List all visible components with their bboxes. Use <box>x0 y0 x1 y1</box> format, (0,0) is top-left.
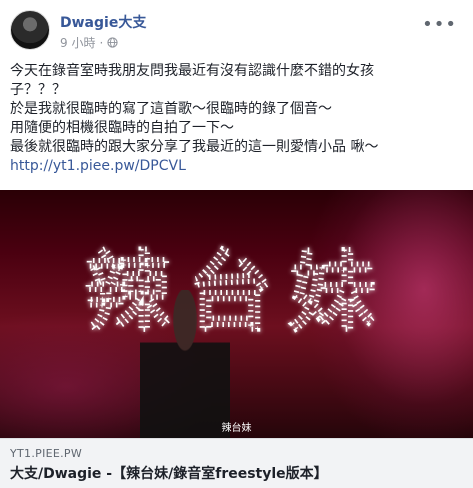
overlay-title-text: 辣台妹 <box>84 243 391 343</box>
link-preview-domain: YT1.PIEE.PW <box>10 447 83 460</box>
post-header: Dwagie大支 9 小時 · ••• <box>0 0 473 58</box>
post-timestamp[interactable]: 9 小時 <box>60 34 95 51</box>
post-link[interactable]: http://yt1.piee.pw/DPCVL <box>10 157 460 176</box>
post-text-line: 最後就很臨時的跟大家分享了我最近的這一則愛情小品 啾～ <box>10 139 379 155</box>
video-subtitle: 辣台妹 <box>221 423 252 434</box>
post-text-line: 今天在錄音室時我朋友問我最近有沒有認識什麼不錯的女孩 <box>10 63 374 79</box>
author-name[interactable]: Dwagie大支 <box>60 12 146 32</box>
post-text-line: 於是我就很臨時的寫了這首歌～很臨時的錄了個音～ <box>10 101 332 117</box>
post-meta: 9 小時 · <box>60 34 118 51</box>
post-text-line: 用隨便的相機很臨時的自拍了一下～ <box>10 120 234 136</box>
link-preview-title[interactable]: 大支/Dwagie -【辣台妹/錄音室freestyle版本】 <box>10 463 328 483</box>
globe-icon[interactable] <box>107 37 118 48</box>
post-text: 今天在錄音室時我朋友問我最近有沒有認識什麼不錯的女孩 子？？？ 於是我就很臨時的… <box>10 62 460 176</box>
author-avatar[interactable] <box>10 10 50 50</box>
post-text-line: 子？？？ <box>10 82 66 98</box>
meta-separator: · <box>99 35 104 50</box>
video-overlay-title: 辣台妹 <box>83 242 391 344</box>
link-preview[interactable]: YT1.PIEE.PW 大支/Dwagie -【辣台妹/錄音室freestyle… <box>0 438 473 488</box>
more-options-icon[interactable]: ••• <box>422 14 457 35</box>
facebook-post: Dwagie大支 9 小時 · ••• 今天在錄音室時我朋友問我最近有沒有認識什… <box>0 0 473 488</box>
